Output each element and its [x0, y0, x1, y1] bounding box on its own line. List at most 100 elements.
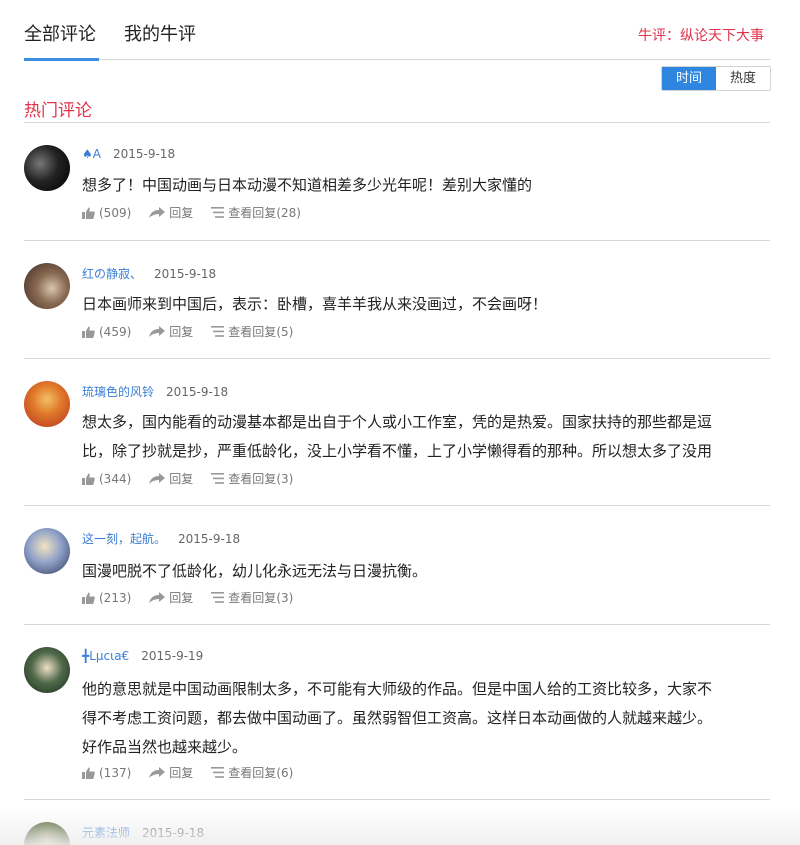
avatar[interactable] [24, 647, 70, 693]
comment-date: 2015-9-18 [142, 826, 205, 840]
comment-actions: (459) 回复 查看回复 (5) [82, 323, 311, 340]
view-replies-button[interactable]: 查看回复 (3) [211, 589, 293, 606]
tab-all-comments[interactable]: 全部评论 [24, 20, 96, 46]
list-icon [211, 207, 225, 218]
comment-meta: 这一刻，起航。 2015-9-18 [82, 530, 240, 547]
view-replies-label: 查看回复 [228, 206, 277, 220]
reply-arrow-icon [149, 207, 166, 218]
comment-line: 想太多，国内能看的动漫基本都是出自于个人或小工作室，凭的是热爱。国家扶持的那些都… [82, 413, 713, 431]
like-button[interactable]: (459) [82, 325, 131, 339]
reply-count: (3) [276, 590, 294, 605]
comment-item: ♠A 2015-9-18 想多了！中国动画与日本动漫不知道相差多少光年呢！差别大家… [24, 123, 770, 241]
reply-button[interactable]: 回复 [149, 204, 193, 221]
reply-count: (3) [276, 471, 294, 486]
list-icon [211, 326, 225, 337]
comment-line: 国漫吧脱不了低龄化，幼儿化永远无法与日漫抗衡。 [82, 562, 428, 580]
comment-line: 得不考虑工资问题，都去做中国动画了。虽然弱智但工资高。这样日本动画做的人就越来越… [82, 709, 713, 727]
username-link[interactable]: 红の静寂、 [82, 267, 142, 281]
reply-button[interactable]: 回复 [149, 764, 193, 781]
comment-line: 好作品当然也越来越少。 [82, 738, 248, 756]
reply-count: (5) [276, 324, 294, 339]
comment-tabs: 全部评论 我的牛评 牛评：纵论天下大事 [24, 0, 770, 61]
reply-button[interactable]: 回复 [149, 323, 193, 340]
comment-item: ╋Lμcιa€ 2015-9-19 他的意思就是中国动画限制太多，不可能有大师级的… [24, 625, 770, 800]
username-link[interactable]: ♠A [82, 147, 101, 161]
like-button[interactable]: (344) [82, 472, 131, 486]
list-icon [211, 592, 225, 603]
avatar[interactable] [24, 822, 70, 845]
comment-meta: ♠A 2015-9-18 [82, 147, 175, 161]
comment-date: 2015-9-18 [154, 267, 217, 281]
comment-text: 想多了！中国动画与日本动漫不知道相差多少光年呢！差别大家懂的 [82, 171, 770, 200]
like-count: (509) [99, 205, 132, 220]
comment-item: 琉璃色的风铃 2015-9-18 想太多，国内能看的动漫基本都是出自于个人或小工作… [24, 359, 770, 506]
like-button[interactable]: (137) [82, 766, 131, 780]
comment-item: 红の静寂、 2015-9-18 日本画师来到中国后，表示：卧槽，喜羊羊我从来没画过… [24, 241, 770, 359]
reply-label: 回复 [169, 591, 194, 605]
comment-meta: 琉璃色的风铃 2015-9-18 [82, 383, 228, 400]
username-link[interactable]: 琉璃色的风铃 [82, 385, 154, 399]
reply-count: (6) [276, 765, 294, 780]
view-replies-button[interactable]: 查看回复 (3) [211, 470, 293, 487]
comment-meta: ╋Lμcιa€ 2015-9-19 [82, 649, 203, 663]
list-icon [211, 473, 225, 484]
reply-count: (28) [276, 205, 301, 220]
comment-actions: (213) 回复 查看回复 (3) [82, 589, 311, 606]
comment-line: 比，除了抄就是抄，严重低龄化，没上小学看不懂，上了小学懒得看的那种。所以想太多了… [82, 442, 713, 460]
view-replies-button[interactable]: 查看回复 (28) [211, 204, 301, 221]
sort-by-hot-button[interactable]: 热度 [716, 67, 770, 90]
reply-button[interactable]: 回复 [149, 589, 193, 606]
comment-meta: 红の静寂、 2015-9-18 [82, 265, 216, 282]
thumbs-up-icon [82, 326, 95, 338]
like-button[interactable]: (509) [82, 206, 131, 220]
reply-label: 回复 [169, 766, 194, 780]
username-link[interactable]: 这一刻，起航。 [82, 532, 166, 546]
comment-line: 他的意思就是中国动画限制太多，不可能有大师级的作品。但是中国人给的工资比较多，大… [82, 680, 713, 698]
comment-date: 2015-9-18 [166, 385, 229, 399]
comment-text: 他的意思就是中国动画限制太多，不可能有大师级的作品。但是中国人给的工资比较多，大… [82, 675, 770, 762]
reply-button[interactable]: 回复 [149, 470, 193, 487]
reply-arrow-icon [149, 473, 166, 484]
comment-item: 这一刻，起航。 2015-9-18 国漫吧脱不了低龄化，幼儿化永远无法与日漫抗衡。… [24, 506, 770, 625]
username-link[interactable]: ╋Lμcιa€ [82, 649, 129, 663]
comment-text: 国漫吧脱不了低龄化，幼儿化永远无法与日漫抗衡。 [82, 557, 770, 586]
view-replies-label: 查看回复 [228, 591, 277, 605]
comment-text: 日本画师来到中国后，表示：卧槽，喜羊羊我从来没画过，不会画呀！ [82, 290, 770, 319]
sort-toggle: 时间 热度 [661, 66, 771, 91]
active-tab-indicator [24, 58, 99, 61]
comment-date: 2015-9-18 [178, 532, 241, 546]
view-replies-label: 查看回复 [228, 472, 277, 486]
avatar[interactable] [24, 528, 70, 574]
comment-text: 想太多，国内能看的动漫基本都是出自于个人或小工作室，凭的是热爱。国家扶持的那些都… [82, 408, 770, 466]
thumbs-up-icon [82, 767, 95, 779]
reply-arrow-icon [149, 767, 166, 778]
avatar[interactable] [24, 381, 70, 427]
view-replies-button[interactable]: 查看回复 (5) [211, 323, 293, 340]
avatar[interactable] [24, 263, 70, 309]
comment-date: 2015-9-18 [112, 147, 176, 161]
reply-label: 回复 [169, 472, 194, 486]
comment-actions: (509) 回复 查看回复 (28) [82, 204, 319, 221]
avatar[interactable] [24, 145, 70, 191]
tab-my-comments[interactable]: 我的牛评 [124, 20, 196, 46]
section-title: 热门评论 [24, 101, 92, 121]
like-button[interactable]: (213) [82, 591, 131, 605]
view-replies-button[interactable]: 查看回复 (6) [211, 764, 293, 781]
list-icon [211, 767, 225, 778]
reply-arrow-icon [149, 326, 166, 337]
sort-by-time-button[interactable]: 时间 [662, 67, 716, 90]
thumbs-up-icon [82, 592, 95, 604]
comment-meta: 元素法师 2015-9-18 [82, 824, 204, 841]
comment-actions: (137) 回复 查看回复 (6) [82, 764, 311, 781]
reply-arrow-icon [149, 592, 166, 603]
promo-link[interactable]: 牛评：纵论天下大事 [638, 25, 764, 45]
like-count: (459) [99, 324, 132, 339]
reply-label: 回复 [169, 325, 194, 339]
view-replies-label: 查看回复 [228, 325, 277, 339]
comment-line: 日本画师来到中国后，表示：卧槽，喜羊羊我从来没画过，不会画呀！ [82, 295, 548, 313]
thumbs-up-icon [82, 473, 95, 485]
username-link[interactable]: 元素法师 [82, 826, 130, 840]
comment-actions: (344) 回复 查看回复 (3) [82, 470, 311, 487]
like-count: (137) [99, 765, 132, 780]
view-replies-label: 查看回复 [228, 766, 277, 780]
